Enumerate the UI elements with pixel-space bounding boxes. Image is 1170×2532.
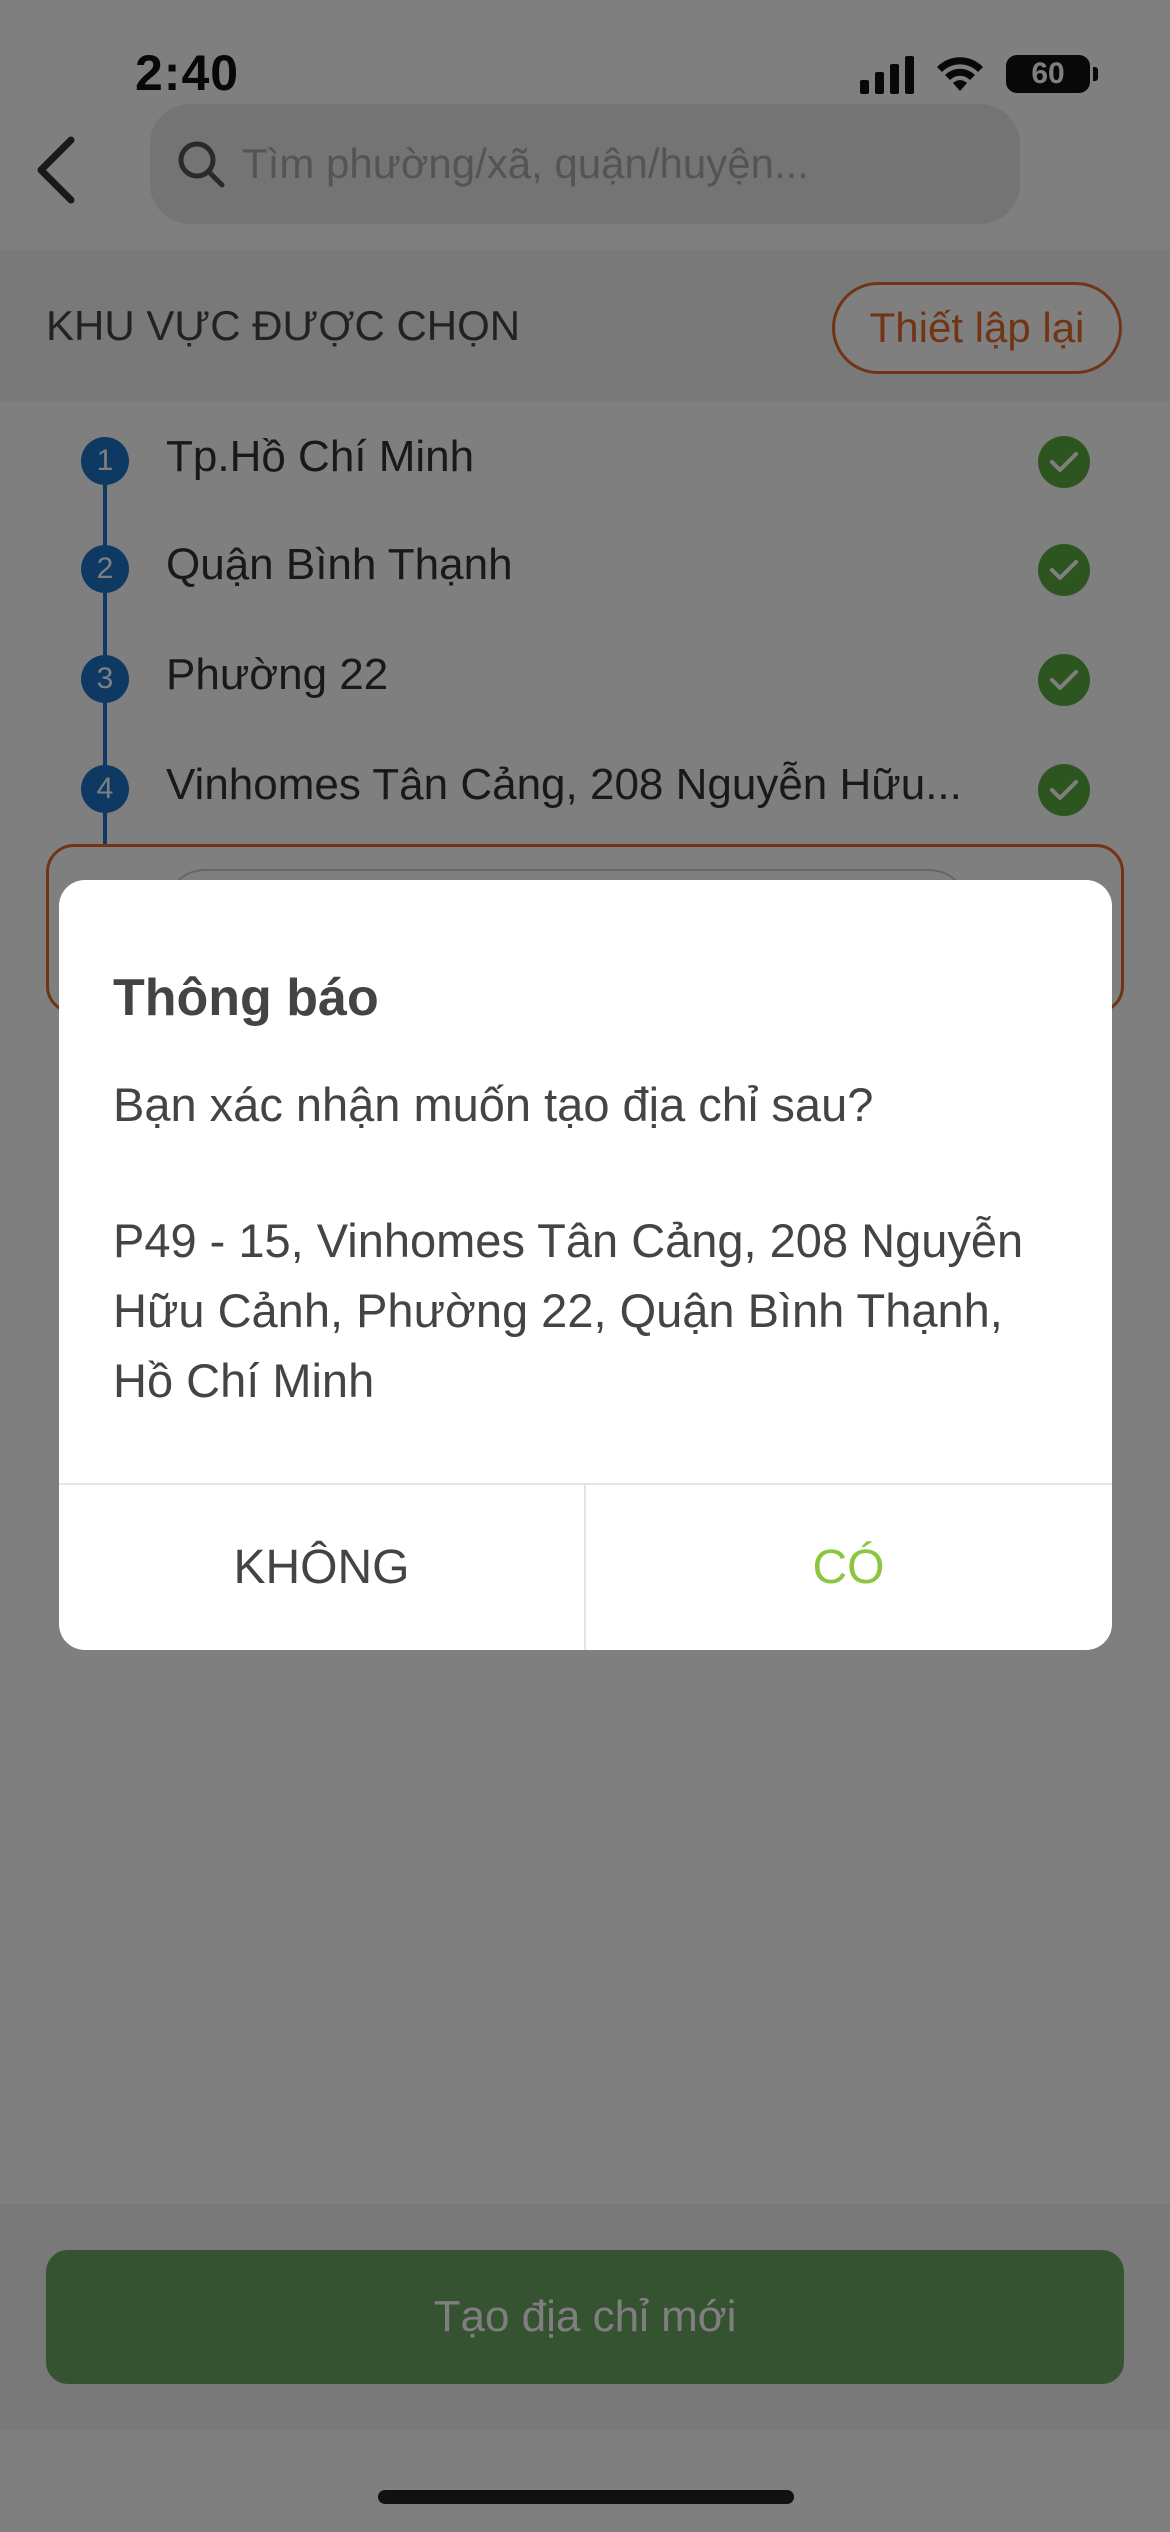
dialog-address: P49 - 15, Vinhomes Tân Cảng, 208 Nguyễn … — [113, 1214, 1024, 1407]
confirm-dialog: Thông báo Bạn xác nhận muốn tạo địa chỉ … — [59, 880, 1112, 1650]
dialog-title: Thông báo — [113, 969, 379, 1027]
dialog-message: Bạn xác nhận muốn tạo địa chỉ sau? — [113, 1078, 874, 1131]
yes-button[interactable]: CÓ — [586, 1485, 1111, 1650]
no-button[interactable]: KHÔNG — [59, 1485, 584, 1650]
home-indicator[interactable] — [378, 2490, 794, 2504]
